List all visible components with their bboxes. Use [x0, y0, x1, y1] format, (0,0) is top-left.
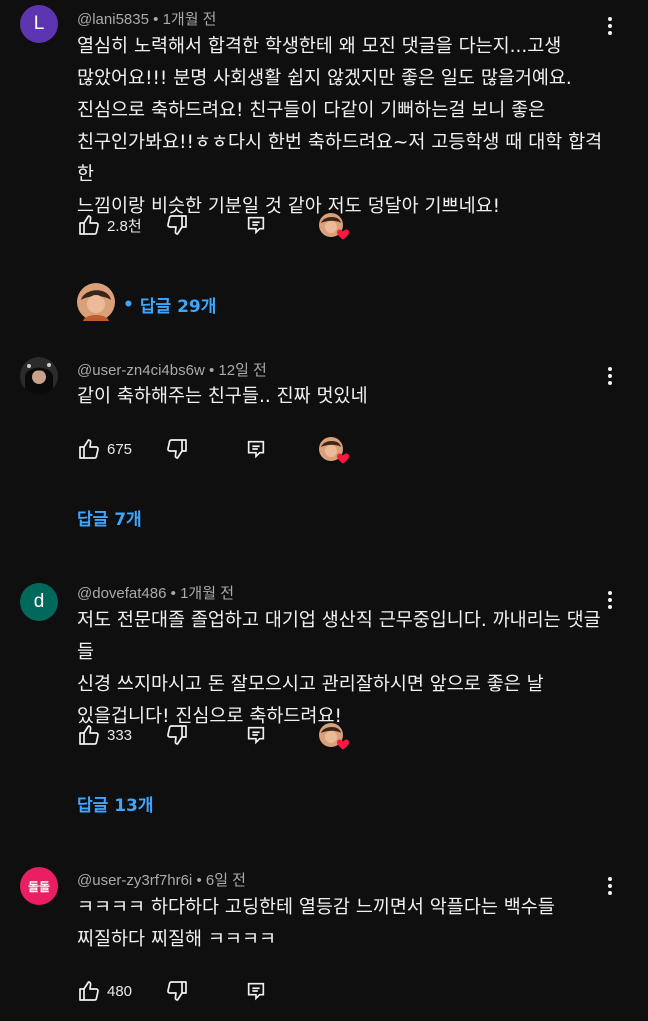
comment-meta: @user-zy3rf7hr6i • 6일 전	[77, 869, 246, 890]
avatar[interactable]: d	[20, 583, 58, 621]
meta-separator: •	[208, 362, 215, 379]
author-name[interactable]: @user-zy3rf7hr6i	[77, 872, 192, 889]
author-name[interactable]: @dovefat486	[77, 585, 166, 602]
replies-count: 답글 7개	[77, 510, 142, 530]
author-name[interactable]: @user-zn4ci4bs6w	[77, 362, 205, 379]
meta-separator: •	[196, 872, 202, 889]
reply-button[interactable]	[245, 211, 267, 239]
meta-separator: •	[153, 11, 159, 28]
reply-author-avatar	[77, 283, 115, 326]
dislike-button[interactable]	[165, 977, 189, 1005]
comment-actions: 480	[77, 977, 377, 1005]
creator-heart	[319, 437, 349, 464]
replies-count: 답글 29개	[139, 297, 217, 317]
dislike-button[interactable]	[165, 721, 189, 749]
creator-heart	[319, 723, 349, 750]
thumbs-down-icon	[165, 723, 189, 747]
reply-icon	[245, 980, 267, 1002]
view-replies-button[interactable]: 답글 7개	[77, 505, 142, 530]
reply-button[interactable]	[245, 977, 267, 1005]
avatar-letter: 돌돌	[27, 879, 51, 894]
comment-time[interactable]: 1개월 전	[180, 585, 234, 602]
thumbs-down-icon	[165, 213, 189, 237]
thumbs-down-icon	[165, 979, 189, 1003]
replies-count: 답글 13개	[77, 796, 154, 816]
view-replies-button[interactable]: • 답글 29개	[77, 283, 216, 326]
like-count: 2.8천	[107, 217, 142, 235]
reply-button[interactable]	[245, 721, 267, 749]
comment-meta: @dovefat486 • 1개월 전	[77, 582, 234, 603]
comment-text: 열심히 노력해서 합격한 학생한테 왜 모진 댓글을 다는지...고생 많았어요…	[77, 36, 603, 217]
author-name[interactable]: @lani5835	[77, 11, 149, 28]
comment-time[interactable]: 12일 전	[218, 362, 266, 379]
reply-icon	[245, 438, 267, 460]
meta-separator: •	[170, 585, 176, 602]
like-button[interactable]: 480	[77, 977, 132, 1005]
reply-icon	[245, 214, 267, 236]
avatar[interactable]: L	[20, 5, 58, 43]
like-button[interactable]: 675	[77, 435, 132, 463]
comment-actions: 333	[77, 721, 377, 750]
thumbs-up-icon	[77, 723, 101, 747]
like-count: 675	[107, 440, 133, 458]
reply-button[interactable]	[245, 435, 267, 463]
like-button[interactable]: 2.8천	[77, 211, 142, 239]
avatar-letter: d	[33, 591, 45, 612]
comment-time[interactable]: 6일 전	[206, 872, 246, 889]
comment-meta: @lani5835 • 1개월 전	[77, 8, 216, 29]
avatar[interactable]: 돌돌	[20, 867, 58, 905]
thumbs-down-icon	[165, 437, 189, 461]
thumbs-up-icon	[77, 979, 101, 1003]
thumbs-up-icon	[77, 437, 101, 461]
creator-heart	[319, 213, 349, 240]
comment-text: 저도 전문대졸 졸업하고 대기업 생산직 근무중입니다. 까내리는 댓글들 신경…	[77, 610, 601, 727]
comment-actions: 2.8천	[77, 211, 377, 240]
view-replies-button[interactable]: 답글 13개	[77, 791, 154, 816]
comment-text: 같이 축하해주는 친구들.. 진짜 멋있네	[77, 386, 368, 407]
comment-actions: 675	[77, 435, 377, 464]
comment-time[interactable]: 1개월 전	[163, 11, 217, 28]
avatar[interactable]	[20, 357, 58, 395]
reply-icon	[245, 724, 267, 746]
dislike-button[interactable]	[165, 211, 189, 239]
dislike-button[interactable]	[165, 435, 189, 463]
avatar-image	[20, 357, 58, 395]
comment-meta: @user-zn4ci4bs6w • 12일 전	[77, 359, 267, 380]
avatar-letter: L	[33, 13, 45, 34]
like-count: 480	[107, 982, 133, 1000]
like-button[interactable]: 333	[77, 721, 132, 749]
like-count: 333	[107, 726, 133, 744]
replies-separator: •	[123, 294, 134, 315]
comment-text: ㅋㅋㅋㅋ 하다하다 고딩한테 열등감 느끼면서 악플다는 백수들 찌질하다 찌질…	[77, 897, 555, 950]
thumbs-up-icon	[77, 213, 101, 237]
